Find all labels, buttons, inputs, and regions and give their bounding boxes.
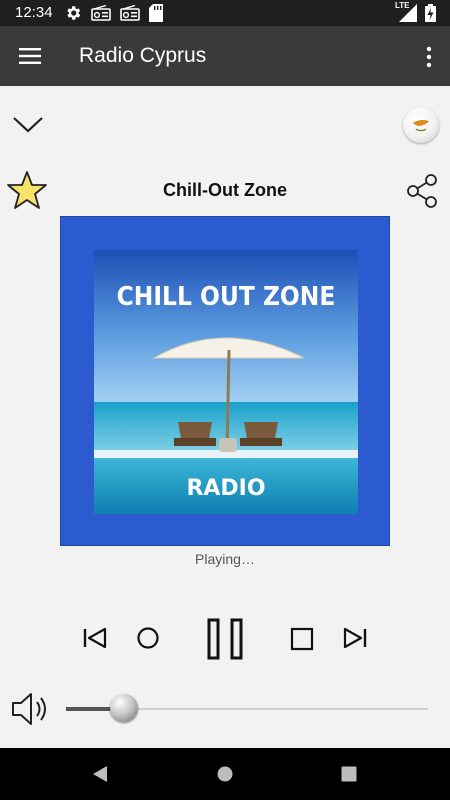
more-vert-icon[interactable] (424, 46, 434, 68)
app-bar: Radio Cyprus (0, 26, 450, 86)
volume-slider[interactable] (66, 694, 428, 722)
station-artwork: CHILL OUT ZONE RADIO (60, 216, 390, 546)
artwork-footer: RADIO (186, 476, 265, 501)
speaker-icon[interactable] (10, 689, 50, 729)
radio-icon (91, 5, 111, 21)
hamburger-icon[interactable] (19, 47, 41, 65)
pause-icon[interactable] (206, 618, 244, 660)
radio-icon (120, 5, 140, 21)
artwork-image: CHILL OUT ZONE RADIO (94, 250, 358, 514)
status-notification-icons (64, 4, 163, 22)
home-icon[interactable] (216, 764, 234, 784)
station-name: Chill-Out Zone (163, 180, 287, 200)
status-bar: 12:34 LTE (0, 0, 450, 26)
status-system-icons: LTE (395, 1, 436, 22)
cyprus-flag-icon[interactable] (403, 107, 439, 143)
skip-previous-icon[interactable] (82, 626, 108, 650)
share-icon[interactable] (404, 173, 440, 209)
status-time: 12:34 (15, 4, 53, 21)
skip-next-icon[interactable] (342, 626, 368, 650)
navigation-bar (0, 748, 450, 800)
chevron-down-icon[interactable] (12, 112, 44, 136)
app-title: Radio Cyprus (79, 44, 207, 67)
record-icon[interactable] (136, 626, 160, 650)
gear-icon (67, 6, 81, 20)
back-icon[interactable] (90, 764, 110, 784)
volume-thumb[interactable] (109, 694, 138, 722)
battery-charging-icon (425, 4, 436, 22)
recents-icon[interactable] (340, 764, 358, 784)
playback-status: Playing… (195, 551, 255, 567)
artwork-headline: CHILL OUT ZONE (117, 282, 336, 312)
lte-signal-icon: LTE (395, 1, 417, 22)
stop-icon[interactable] (290, 627, 314, 651)
sd-card-icon (149, 4, 163, 22)
